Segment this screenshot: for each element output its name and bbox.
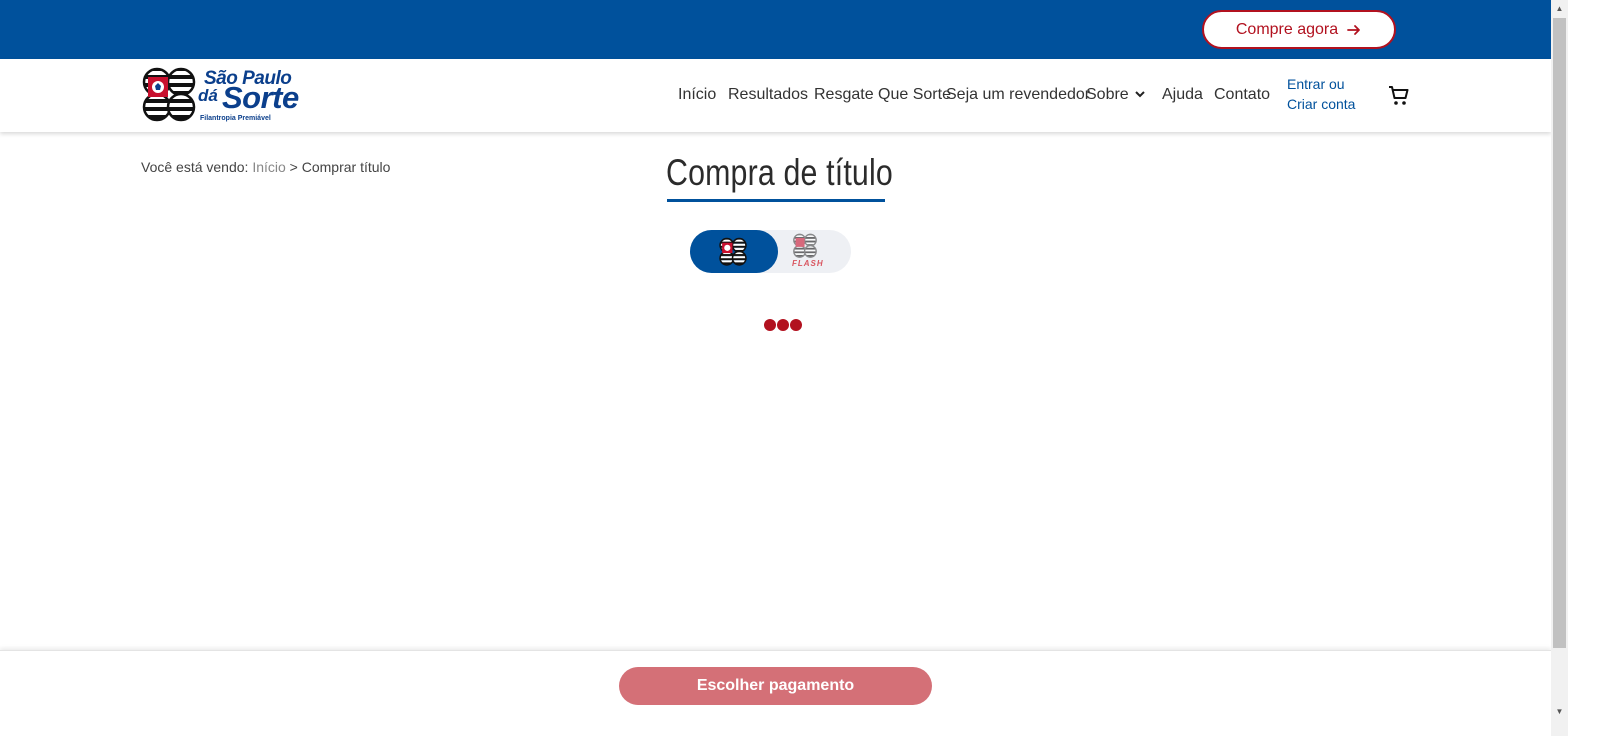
buy-now-button[interactable]: Compre agora xyxy=(1202,10,1396,49)
breadcrumb-current: Comprar título xyxy=(301,159,391,175)
logo-tagline: Filantropia Premiável xyxy=(200,115,271,122)
window-edge xyxy=(1568,0,1600,736)
page-title: Compra de título xyxy=(666,152,893,193)
buy-now-label: Compre agora xyxy=(1235,20,1339,38)
scroll-up-icon[interactable]: ▲ xyxy=(1551,0,1568,17)
loading-indicator xyxy=(764,319,802,331)
nav-item-ajuda[interactable]: Ajuda xyxy=(1162,86,1203,104)
nav-item-resgate[interactable]: Resgate Que Sorte xyxy=(814,86,951,104)
loading-dot xyxy=(777,319,789,331)
flash-logo-icon xyxy=(793,233,817,258)
clover-logo-icon xyxy=(142,67,196,122)
scrollbar-thumb[interactable] xyxy=(1553,18,1566,648)
nav-item-sobre[interactable]: Sobre xyxy=(1086,86,1147,104)
arrow-right-icon xyxy=(1347,24,1361,35)
breadcrumb-separator: > xyxy=(289,159,298,175)
clover-logo-icon xyxy=(719,237,747,266)
title-underline xyxy=(667,199,885,202)
toggle-option-sp-da-sorte[interactable] xyxy=(690,230,778,273)
nav-item-revendedor[interactable]: Seja um revendedor xyxy=(946,86,1090,104)
scroll-down-icon[interactable]: ▼ xyxy=(1551,703,1568,720)
flash-label: FLASH xyxy=(792,259,824,268)
breadcrumb-home-link[interactable]: Início xyxy=(252,159,285,175)
cart-icon[interactable] xyxy=(1387,84,1411,108)
account-login-label: Entrar ou xyxy=(1287,76,1345,92)
choose-payment-button[interactable]: Escolher pagamento xyxy=(619,667,932,705)
logo-line2b: Sorte xyxy=(222,80,299,115)
nav-item-inicio[interactable]: Início xyxy=(678,86,716,104)
nav-item-sobre-label: Sobre xyxy=(1086,86,1129,103)
nav-item-contato[interactable]: Contato xyxy=(1214,86,1270,104)
loading-dot xyxy=(790,319,802,331)
chevron-down-icon xyxy=(1134,91,1145,98)
site-logo[interactable]: São Paulo dá Sorte Filantropia Premiável xyxy=(140,67,300,125)
breadcrumb-prefix: Você está vendo: xyxy=(141,159,249,175)
account-signup-label: Criar conta xyxy=(1287,96,1356,112)
loading-dot xyxy=(764,319,776,331)
nav-item-resultados[interactable]: Resultados xyxy=(728,86,808,104)
logo-line2a: dá xyxy=(198,86,218,105)
breadcrumb: Você está vendo: Início > Comprar título xyxy=(141,159,390,175)
account-link[interactable]: Entrar ou Criar conta xyxy=(1287,74,1355,114)
